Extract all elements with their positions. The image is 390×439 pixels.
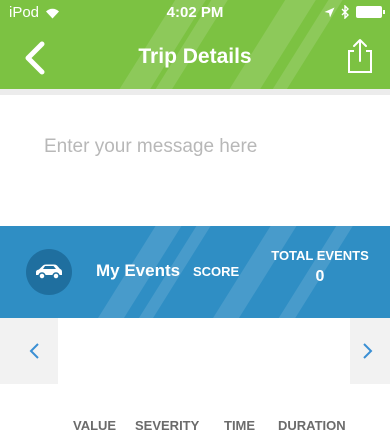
share-button[interactable] (344, 36, 376, 76)
total-events-value: 0 (315, 268, 325, 285)
header-divider (0, 89, 390, 95)
status-bar: iPod 4:02 PM (0, 0, 390, 26)
events-carousel (0, 318, 390, 384)
column-header-severity: SEVERITY (135, 418, 200, 433)
top-bar: iPod 4:02 PM Trip Details (0, 0, 390, 89)
nav-bar: Trip Details (0, 30, 390, 82)
column-header-value: VALUE (73, 418, 117, 433)
chevron-left-icon (29, 343, 39, 359)
carousel-pane (58, 318, 350, 384)
bluetooth-icon (341, 5, 349, 19)
car-icon (36, 264, 62, 280)
my-events-title: My Events (96, 261, 181, 280)
chevron-right-icon (363, 343, 373, 359)
column-header-time: TIME (224, 418, 256, 433)
battery-icon (356, 6, 385, 18)
events-banner: My Events SCORE TOTAL EVENTS 0 (0, 226, 390, 318)
column-header-duration: DURATION (278, 418, 346, 433)
carousel-next-button[interactable] (352, 336, 382, 366)
share-icon (348, 39, 372, 73)
message-input[interactable] (0, 115, 390, 179)
page-title: Trip Details (138, 45, 252, 68)
event-table-header: VALUE SEVERITY TIME DURATION (0, 418, 390, 434)
car-avatar (26, 249, 72, 295)
score-label: SCORE (193, 264, 240, 279)
carousel-prev-button[interactable] (20, 336, 50, 366)
total-events-label: TOTAL EVENTS (271, 248, 369, 263)
location-arrow-icon (324, 7, 335, 17)
